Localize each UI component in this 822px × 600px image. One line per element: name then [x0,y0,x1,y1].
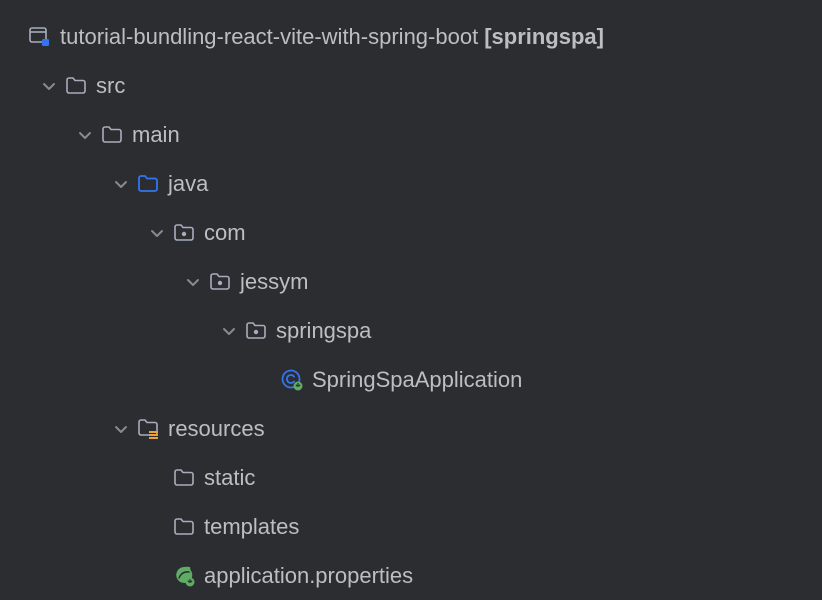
resources-folder-icon [134,418,162,440]
tree-label: java [168,171,208,197]
chevron-down-icon[interactable] [180,274,206,290]
folder-icon [170,516,198,538]
tree-label: main [132,122,180,148]
folder-icon [98,124,126,146]
folder-icon [170,467,198,489]
tree-label: jessym [240,269,308,295]
chevron-down-icon[interactable] [72,127,98,143]
tree-row-jessym[interactable]: jessym [0,257,822,306]
tree-row-properties[interactable]: application.properties [0,551,822,600]
tree-row-application[interactable]: SpringSpaApplication [0,355,822,404]
chevron-down-icon[interactable] [144,225,170,241]
folder-icon [62,75,90,97]
chevron-down-icon[interactable] [36,78,62,94]
tree-label: springspa [276,318,371,344]
tree-row-java[interactable]: java [0,159,822,208]
tree-row-com[interactable]: com [0,208,822,257]
tree-label: application.properties [204,563,413,589]
tree-row-static[interactable]: static [0,453,822,502]
project-tree: tutorial-bundling-react-vite-with-spring… [0,12,822,600]
source-folder-icon [134,173,162,195]
spring-config-icon [170,565,198,587]
tree-row-root[interactable]: tutorial-bundling-react-vite-with-spring… [0,12,822,61]
tree-row-springspa[interactable]: springspa [0,306,822,355]
tree-label: com [204,220,246,246]
tree-row-templates[interactable]: templates [0,502,822,551]
tree-row-resources[interactable]: resources [0,404,822,453]
chevron-down-icon[interactable] [108,421,134,437]
tree-row-src[interactable]: src [0,61,822,110]
tree-label: static [204,465,255,491]
tree-row-main[interactable]: main [0,110,822,159]
tree-label: SpringSpaApplication [312,367,522,393]
tree-label: src [96,73,125,99]
class-runnable-icon [278,369,306,391]
module-icon [26,26,54,48]
vcs-label: [springspa] [484,24,604,50]
tree-label: resources [168,416,265,442]
package-icon [206,271,234,293]
package-icon [242,320,270,342]
tree-label: tutorial-bundling-react-vite-with-spring… [60,24,478,50]
chevron-down-icon[interactable] [108,176,134,192]
chevron-down-icon[interactable] [216,323,242,339]
tree-label: templates [204,514,299,540]
package-icon [170,222,198,244]
